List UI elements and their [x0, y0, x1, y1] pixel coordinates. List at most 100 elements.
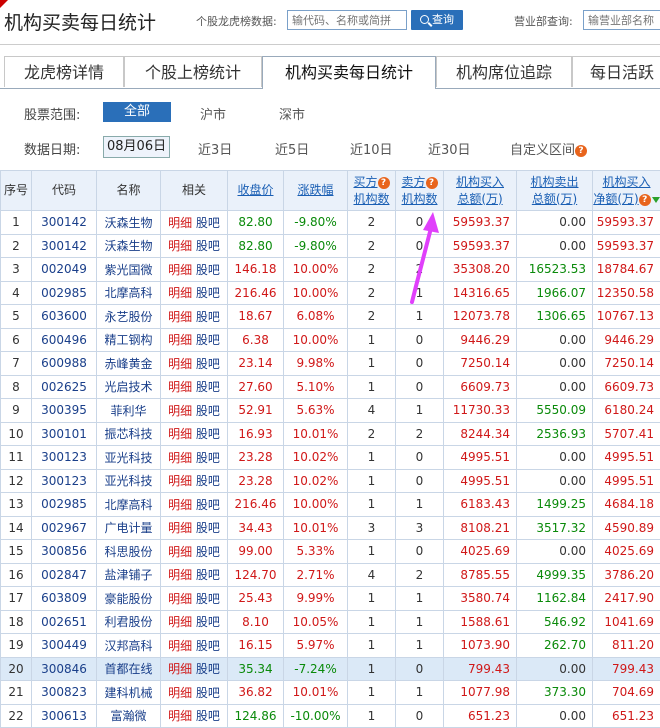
col-net-buy-line2[interactable]: 净额(万): [593, 192, 638, 206]
date-option-30d[interactable]: 近30日: [428, 139, 471, 158]
date-option-3d[interactable]: 近3日: [198, 139, 232, 158]
cell-name[interactable]: 北摩高科: [97, 281, 161, 305]
table-row[interactable]: 3002049紫光国微明细 股吧146.1810.00%2235308.2016…: [1, 258, 660, 282]
col-sell-total-line1[interactable]: 机构卖出: [530, 175, 578, 189]
help-icon[interactable]: ?: [378, 177, 390, 189]
cell-code[interactable]: 300142: [32, 234, 97, 258]
detail-link[interactable]: 明细: [168, 216, 192, 230]
col-sell-total[interactable]: 机构卖出总额(万): [517, 171, 593, 211]
forum-link[interactable]: 股吧: [196, 404, 220, 418]
col-buyers-line2[interactable]: 机构数: [353, 192, 389, 206]
forum-link[interactable]: 股吧: [196, 592, 220, 606]
forum-link[interactable]: 股吧: [196, 498, 220, 512]
detail-link[interactable]: 明细: [168, 474, 192, 488]
forum-link[interactable]: 股吧: [196, 333, 220, 347]
cell-code[interactable]: 600496: [32, 328, 97, 352]
col-sellers-line2[interactable]: 机构数: [401, 192, 437, 206]
detail-link[interactable]: 明细: [168, 615, 192, 629]
cell-code[interactable]: 002625: [32, 375, 97, 399]
cell-name[interactable]: 紫光国微: [97, 258, 161, 282]
table-row[interactable]: 6600496精工钢构明细 股吧6.3810.00%109446.290.009…: [1, 328, 660, 352]
table-row[interactable]: 10300101振芯科技明细 股吧16.9310.01%228244.34253…: [1, 422, 660, 446]
cell-code[interactable]: 603809: [32, 587, 97, 611]
forum-link[interactable]: 股吧: [196, 686, 220, 700]
tab-stock-stats[interactable]: 个股上榜统计: [124, 56, 262, 87]
cell-name[interactable]: 北摩高科: [97, 493, 161, 517]
detail-link[interactable]: 明细: [168, 521, 192, 535]
help-icon[interactable]: ?: [575, 145, 587, 157]
col-buy-total-line1[interactable]: 机构买入: [456, 175, 504, 189]
detail-link[interactable]: 明细: [168, 545, 192, 559]
tab-daily-active[interactable]: 每日活跃: [572, 56, 660, 87]
table-row[interactable]: 5603600永艺股份明细 股吧18.676.08%2112073.781306…: [1, 305, 660, 329]
cell-name[interactable]: 首都在线: [97, 657, 161, 681]
forum-link[interactable]: 股吧: [196, 615, 220, 629]
cell-name[interactable]: 科思股份: [97, 540, 161, 564]
col-change[interactable]: 涨跌幅: [284, 171, 348, 211]
table-row[interactable]: 11300123亚光科技明细 股吧23.2810.02%104995.510.0…: [1, 446, 660, 470]
cell-code[interactable]: 300395: [32, 399, 97, 423]
table-row[interactable]: 16002847盐津铺子明细 股吧124.702.71%428785.55499…: [1, 563, 660, 587]
cell-name[interactable]: 振芯科技: [97, 422, 161, 446]
cell-code[interactable]: 300823: [32, 681, 97, 705]
cell-code[interactable]: 300449: [32, 634, 97, 658]
detail-link[interactable]: 明细: [168, 709, 192, 723]
detail-link[interactable]: 明细: [168, 639, 192, 653]
forum-link[interactable]: 股吧: [196, 545, 220, 559]
detail-link[interactable]: 明细: [168, 427, 192, 441]
cell-code[interactable]: 300101: [32, 422, 97, 446]
cell-name[interactable]: 永艺股份: [97, 305, 161, 329]
cell-name[interactable]: 沃森生物: [97, 211, 161, 235]
table-row[interactable]: 21300823建科机械明细 股吧36.8210.01%111077.98373…: [1, 681, 660, 705]
date-selected[interactable]: 08月06日: [103, 136, 170, 158]
col-buyers[interactable]: 买方? 机构数: [348, 171, 396, 211]
range-option-sh[interactable]: 沪市: [200, 104, 226, 123]
cell-name[interactable]: 亚光科技: [97, 469, 161, 493]
help-icon[interactable]: ?: [426, 177, 438, 189]
table-row[interactable]: 18002651利君股份明细 股吧8.1010.05%111588.61546.…: [1, 610, 660, 634]
cell-name[interactable]: 盐津铺子: [97, 563, 161, 587]
cell-name[interactable]: 精工钢构: [97, 328, 161, 352]
range-option-sz[interactable]: 深市: [279, 104, 305, 123]
col-net-buy[interactable]: 机构买入净额(万)?: [593, 171, 660, 211]
cell-code[interactable]: 002651: [32, 610, 97, 634]
forum-link[interactable]: 股吧: [196, 568, 220, 582]
detail-link[interactable]: 明细: [168, 310, 192, 324]
cell-code[interactable]: 002847: [32, 563, 97, 587]
forum-link[interactable]: 股吧: [196, 662, 220, 676]
detail-link[interactable]: 明细: [168, 592, 192, 606]
table-row[interactable]: 1300142沃森生物明细 股吧82.80-9.80%2059593.370.0…: [1, 211, 660, 235]
forum-link[interactable]: 股吧: [196, 310, 220, 324]
search-button[interactable]: 查询: [411, 10, 463, 30]
cell-code[interactable]: 603600: [32, 305, 97, 329]
detail-link[interactable]: 明细: [168, 662, 192, 676]
detail-link[interactable]: 明细: [168, 263, 192, 277]
table-row[interactable]: 4002985北摩高科明细 股吧216.4610.00%2114316.6519…: [1, 281, 660, 305]
table-row[interactable]: 13002985北摩高科明细 股吧216.4610.00%116183.4314…: [1, 493, 660, 517]
forum-link[interactable]: 股吧: [196, 286, 220, 300]
detail-link[interactable]: 明细: [168, 568, 192, 582]
col-buy-total-line2[interactable]: 总额(万): [457, 192, 502, 206]
cell-name[interactable]: 菲利华: [97, 399, 161, 423]
table-row[interactable]: 8002625光启技术明细 股吧27.605.10%106609.730.006…: [1, 375, 660, 399]
date-option-custom[interactable]: 自定义区间?: [510, 139, 587, 158]
detail-link[interactable]: 明细: [168, 498, 192, 512]
detail-link[interactable]: 明细: [168, 286, 192, 300]
detail-link[interactable]: 明细: [168, 686, 192, 700]
cell-code[interactable]: 002967: [32, 516, 97, 540]
detail-link[interactable]: 明细: [168, 357, 192, 371]
col-price[interactable]: 收盘价: [228, 171, 284, 211]
forum-link[interactable]: 股吧: [196, 380, 220, 394]
col-buyers-line1[interactable]: 买方: [353, 175, 377, 189]
detail-link[interactable]: 明细: [168, 333, 192, 347]
table-row[interactable]: 14002967广电计量明细 股吧34.4310.01%338108.21351…: [1, 516, 660, 540]
cell-code[interactable]: 002985: [32, 281, 97, 305]
cell-name[interactable]: 建科机械: [97, 681, 161, 705]
cell-name[interactable]: 豪能股份: [97, 587, 161, 611]
forum-link[interactable]: 股吧: [196, 451, 220, 465]
forum-link[interactable]: 股吧: [196, 639, 220, 653]
col-sell-total-line2[interactable]: 总额(万): [532, 192, 577, 206]
forum-link[interactable]: 股吧: [196, 216, 220, 230]
help-icon[interactable]: ?: [639, 194, 651, 206]
table-row[interactable]: 15300856科思股份明细 股吧99.005.33%104025.690.00…: [1, 540, 660, 564]
